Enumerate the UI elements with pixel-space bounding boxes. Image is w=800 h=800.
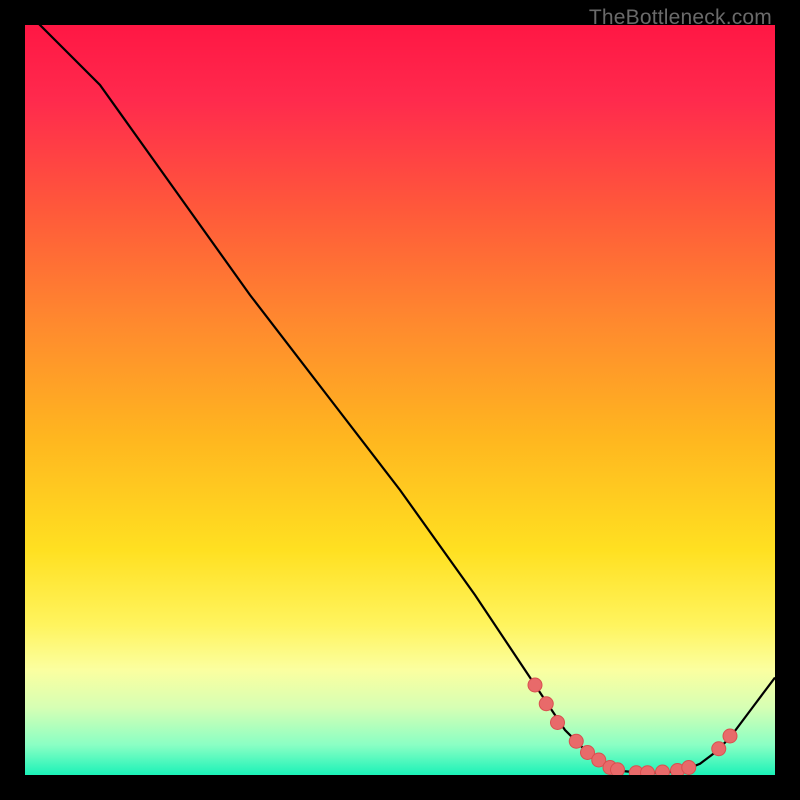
chart-frame: TheBottleneck.com <box>0 0 800 800</box>
curve-marker <box>539 697 553 711</box>
curve-marker <box>682 761 696 775</box>
curve-marker <box>569 734 583 748</box>
curve-marker <box>611 763 625 775</box>
bottleneck-curve <box>25 25 775 773</box>
curve-marker <box>551 716 565 730</box>
curve-marker <box>641 766 655 775</box>
curve-marker <box>723 729 737 743</box>
chart-svg <box>25 25 775 775</box>
curve-marker <box>712 742 726 756</box>
curve-marker <box>656 765 670 775</box>
curve-marker <box>528 678 542 692</box>
